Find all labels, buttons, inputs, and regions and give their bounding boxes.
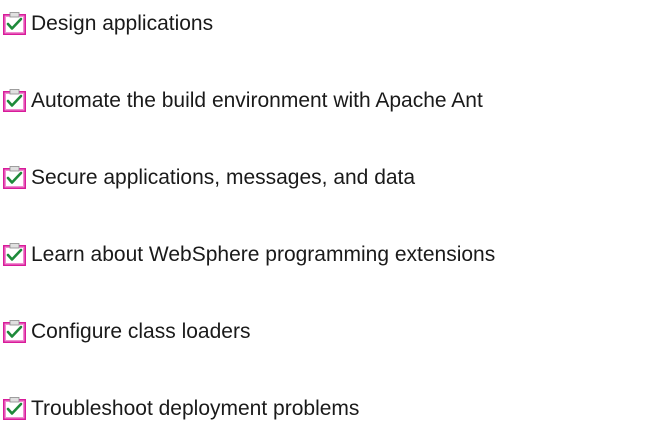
task-checklist-icon [3,89,26,112]
task-item-troubleshoot-deployment[interactable]: Troubleshoot deployment problems [2,397,642,421]
task-label: Automate the build environment with Apac… [31,89,483,112]
task-item-websphere-programming-extensions[interactable]: Learn about WebSphere programming extens… [2,243,642,267]
task-checklist-icon [3,166,26,189]
task-checklist-icon [3,397,26,420]
task-checklist-icon [3,12,26,35]
task-item-design-applications[interactable]: Design applications [2,12,642,36]
task-list: Design applications Automate the build e… [2,12,642,421]
task-item-secure-applications[interactable]: Secure applications, messages, and data [2,166,642,190]
task-label: Design applications [31,12,214,35]
task-item-automate-build-environment[interactable]: Automate the build environment with Apac… [2,89,642,113]
task-label: Secure applications, messages, and data [31,166,416,189]
task-label: Configure class loaders [31,320,251,343]
task-checklist-icon [3,243,26,266]
task-item-configure-class-loaders[interactable]: Configure class loaders [2,320,642,344]
task-label: Learn about WebSphere programming extens… [31,243,496,266]
task-checklist-icon [3,320,26,343]
task-label: Troubleshoot deployment problems [31,397,360,420]
